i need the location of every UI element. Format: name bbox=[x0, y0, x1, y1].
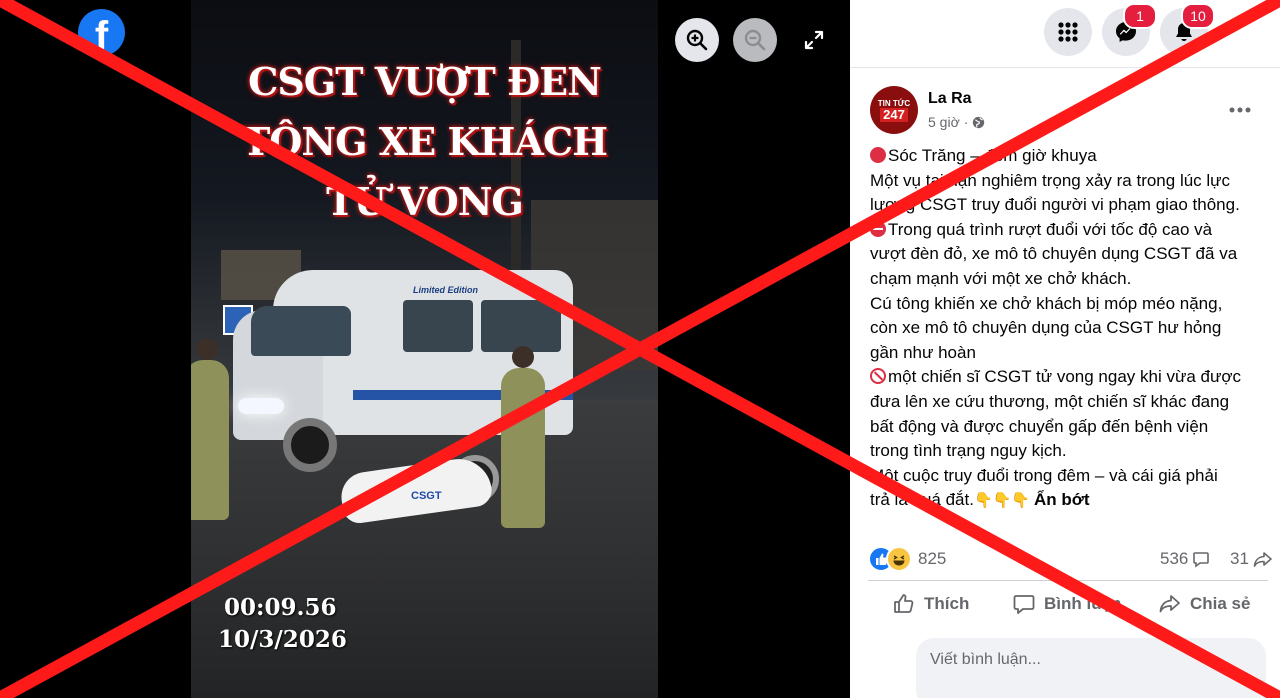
share-arrow-icon bbox=[1253, 552, 1272, 567]
comment-input[interactable] bbox=[930, 646, 1250, 674]
prohibited-icon bbox=[870, 368, 886, 385]
comments-count-value: 536 bbox=[1160, 549, 1189, 568]
post-line: Cú tông khiến xe chở khách bị móp méo nặ… bbox=[870, 293, 1223, 313]
shares-count-value: 31 bbox=[1230, 549, 1249, 568]
reaction-icons[interactable] bbox=[868, 546, 916, 572]
like-label: Thích bbox=[924, 594, 970, 613]
like-button[interactable]: Thích bbox=[892, 587, 969, 621]
see-less-link[interactable]: Ẩn bớt bbox=[1034, 490, 1090, 509]
shares-count[interactable]: 31 bbox=[1230, 549, 1273, 569]
post-line: lượng CSGT truy đuổi người vi phạm giao … bbox=[870, 195, 1240, 215]
notifications-badge: 10 bbox=[1181, 3, 1215, 29]
post-line: trả là quá đắt.👇👇👇 Ẩn bớt bbox=[870, 488, 1270, 514]
comment-label: Bình luận bbox=[1044, 594, 1122, 613]
messenger-badge: 1 bbox=[1123, 3, 1157, 29]
timestamp-date: 10/3/2026 bbox=[218, 626, 347, 653]
facebook-logo[interactable]: f bbox=[78, 9, 125, 56]
messenger-button[interactable]: 1 bbox=[1102, 3, 1157, 56]
menu-button[interactable] bbox=[1044, 8, 1092, 56]
van-brand: Limited Edition bbox=[413, 285, 478, 295]
grid-menu-icon bbox=[1058, 22, 1078, 42]
post-line: trong tình trạng nguy kịch. bbox=[870, 441, 1067, 461]
media-viewer: Limited Edition CSGT CSGT VƯỢT ĐEN TÔNG … bbox=[0, 0, 850, 698]
van-wheel bbox=[283, 418, 337, 472]
post-line-text: trả là quá đắt. bbox=[870, 490, 974, 510]
van-window bbox=[481, 300, 561, 352]
post-line: Một vụ tai nạn nghiêm trọng xảy ra trong… bbox=[870, 170, 1231, 190]
video-title-line: TÔNG XE KHÁCH bbox=[241, 119, 608, 164]
moto-label: CSGT bbox=[411, 490, 442, 502]
comment-composer[interactable] bbox=[916, 638, 1266, 698]
post-meta: 5 giờ · bbox=[928, 114, 985, 130]
zoom-out-icon bbox=[744, 29, 766, 51]
post-line: đưa lên xe cứu thương, một chiến sĩ khác… bbox=[870, 391, 1230, 411]
share-label: Chia sẻ bbox=[1190, 594, 1251, 613]
post-line: Một cuộc truy đuổi trong đêm – và cái gi… bbox=[870, 465, 1218, 485]
comments-count[interactable]: 536 bbox=[1160, 549, 1210, 569]
timestamp-time: 00:09.56 bbox=[224, 594, 337, 621]
post-panel: 1 10 TIN TỨC 247 La Ra 5 giờ · Sóc Trăng… bbox=[850, 0, 1280, 698]
share-icon bbox=[1159, 595, 1180, 613]
video-title-line: TỬ VONG bbox=[326, 179, 524, 224]
fullscreen-icon bbox=[804, 30, 824, 50]
reactions-bar: 825 536 31 bbox=[868, 544, 1272, 574]
globe-icon bbox=[973, 116, 985, 128]
van-headlight bbox=[238, 398, 284, 414]
haha-reaction-icon bbox=[886, 546, 912, 572]
comment-bubble-icon bbox=[1193, 552, 1210, 568]
officer-head bbox=[196, 338, 218, 360]
officer-figure bbox=[501, 346, 545, 528]
post-line: bất động và được chuyển gấp đến bệnh việ… bbox=[870, 416, 1209, 436]
zoom-in-icon bbox=[686, 29, 708, 51]
van-window bbox=[403, 300, 473, 352]
zoom-in-button[interactable] bbox=[675, 18, 719, 62]
post-line: Sóc Trăng – đêm giờ khuya bbox=[870, 144, 1270, 169]
share-button[interactable]: Chia sẻ bbox=[1158, 587, 1250, 621]
fullscreen-button[interactable] bbox=[792, 18, 836, 62]
post-line-text: Trong quá trình rượt đuổi với tốc độ cao… bbox=[888, 219, 1213, 239]
officer-figure bbox=[191, 338, 229, 520]
no-entry-icon bbox=[870, 220, 886, 237]
post-line: Trong quá trình rượt đuổi với tốc độ cao… bbox=[870, 218, 1270, 243]
more-options-button[interactable] bbox=[1222, 92, 1258, 128]
top-nav: 1 10 bbox=[850, 0, 1280, 68]
notifications-button[interactable]: 10 bbox=[1160, 3, 1215, 56]
author-avatar[interactable]: TIN TỨC 247 bbox=[870, 86, 918, 134]
laughing-face-icon bbox=[893, 555, 905, 566]
post-line: một chiến sĩ CSGT tử vong ngay khi vừa đ… bbox=[870, 365, 1270, 390]
post-time[interactable]: 5 giờ bbox=[928, 114, 960, 130]
comment-button[interactable]: Bình luận bbox=[1012, 587, 1121, 621]
police-motorbike: CSGT bbox=[338, 454, 499, 526]
thumbs-up-icon bbox=[894, 594, 914, 613]
avatar-logo-number: 247 bbox=[880, 107, 908, 122]
red-circle-icon bbox=[870, 147, 886, 163]
meta-separator: · bbox=[963, 114, 969, 130]
post-line: chạm mạnh với một xe chở khách. bbox=[870, 268, 1132, 288]
post-line: còn xe mô tô chuyên dụng của CSGT hư hỏn… bbox=[870, 318, 1222, 338]
post-header: TIN TỨC 247 La Ra 5 giờ · bbox=[870, 86, 1270, 138]
reactions-count[interactable]: 825 bbox=[918, 549, 946, 569]
post-line: gần như hoàn bbox=[870, 342, 976, 362]
pointing-down-icon: 👇👇👇 bbox=[973, 492, 1030, 510]
post-text: Sóc Trăng – đêm giờ khuya Một vụ tai nạn… bbox=[870, 144, 1270, 514]
officer-head bbox=[512, 346, 534, 368]
van-windshield bbox=[251, 306, 351, 356]
video-timestamp: 00:09.56 10/3/2026 bbox=[191, 592, 658, 656]
post-line: vượt đèn đỏ, xe mô tô chuyên dụng CSGT đ… bbox=[870, 244, 1238, 264]
video-title-line: CSGT VƯỢT ĐEN bbox=[248, 59, 602, 104]
zoom-out-button[interactable] bbox=[733, 18, 777, 62]
post-line-text: Sóc Trăng – đêm giờ khuya bbox=[888, 146, 1097, 165]
comment-icon bbox=[1013, 595, 1035, 614]
video-title-overlay: CSGT VƯỢT ĐEN TÔNG XE KHÁCH TỬ VONG bbox=[191, 52, 658, 232]
post-line-text: một chiến sĩ CSGT tử vong ngay khi vừa đ… bbox=[888, 367, 1242, 387]
more-icon bbox=[1229, 107, 1251, 113]
post-actions: Thích Bình luận Chia sẻ bbox=[868, 580, 1268, 620]
author-name[interactable]: La Ra bbox=[928, 90, 972, 108]
